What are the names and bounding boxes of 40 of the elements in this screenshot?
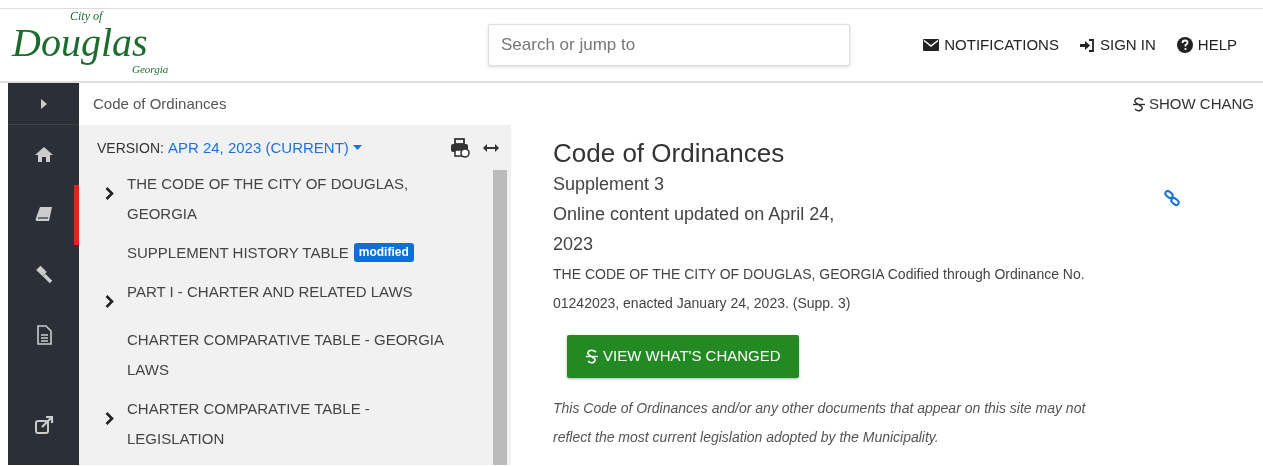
document-title: Code of Ordinances xyxy=(553,138,786,170)
scrollbar[interactable] xyxy=(493,170,507,465)
chevron-icon[interactable] xyxy=(105,412,114,426)
disclaimer-text: This Code of Ordinances and/or any other documents that appear on this site may not reflect the most current legislation adopted by the Municipality. xyxy=(553,398,1087,447)
strikethrough-icon xyxy=(1132,96,1146,112)
resize-icon[interactable] xyxy=(483,144,499,153)
print-icon[interactable] xyxy=(450,138,470,159)
chevron-icon[interactable] xyxy=(105,295,114,309)
supplement-text: Supplement 3 xyxy=(553,173,666,197)
envelope-icon xyxy=(923,39,940,51)
search-field[interactable]: Search or jump to xyxy=(488,24,850,66)
version-dropdown[interactable]: APR 24, 2023 (CURRENT) xyxy=(167,137,362,160)
logo-text: City of xyxy=(70,10,103,23)
toc-item[interactable]: CHARTER COMPARATIVE TABLE - GEORGIA LAWS xyxy=(127,324,467,385)
breadcrumb[interactable]: Code of Ordinances xyxy=(93,92,227,116)
toc-item[interactable]: PART I - CHARTER AND RELATED LAWS xyxy=(127,276,413,316)
sign-in-icon xyxy=(1079,38,1095,52)
home-icon xyxy=(33,145,54,165)
logo[interactable]: City of Douglas Georgia xyxy=(8,10,178,80)
toc-item[interactable]: SUPPLEMENT HISTORY TABLE xyxy=(127,237,349,268)
view-changes-button[interactable]: VIEW WHAT'S CHANGED xyxy=(567,335,799,378)
modified-badge: modified xyxy=(353,243,414,262)
caret-icon xyxy=(352,145,362,152)
show-changes-link[interactable]: SHOW CHANG xyxy=(1132,92,1254,116)
chevron-icon[interactable] xyxy=(105,187,114,201)
logo-text: Douglas xyxy=(12,23,148,63)
strikethrough-icon xyxy=(585,348,599,364)
updated-text: Online content updated on April 24, 2023 xyxy=(553,203,836,257)
version-label: VERSION: xyxy=(97,138,164,158)
expand-icon[interactable] xyxy=(39,97,48,110)
toc-item[interactable]: CHARTER COMPARATIVE TABLE - LEGISLATION xyxy=(127,393,467,454)
help-link[interactable]: HELP xyxy=(1176,33,1237,57)
link-icon[interactable] xyxy=(1164,190,1180,206)
signin-link[interactable]: SIGN IN xyxy=(1079,33,1156,57)
logo-text: Georgia xyxy=(132,63,169,75)
help-icon xyxy=(1176,37,1193,53)
codified-text: THE CODE OF THE CITY OF DOUGLAS, GEORGIA Codified through Ordinance No. 01242023, enacted January 24, 2023. (Supp. 3) xyxy=(553,265,1086,314)
external-link-icon xyxy=(33,415,54,435)
toc-item[interactable]: THE CODE OF THE CITY OF DOUGLAS, GEORGIA xyxy=(127,168,467,229)
notifications-link[interactable]: NOTIFICATIONS xyxy=(923,33,1059,57)
